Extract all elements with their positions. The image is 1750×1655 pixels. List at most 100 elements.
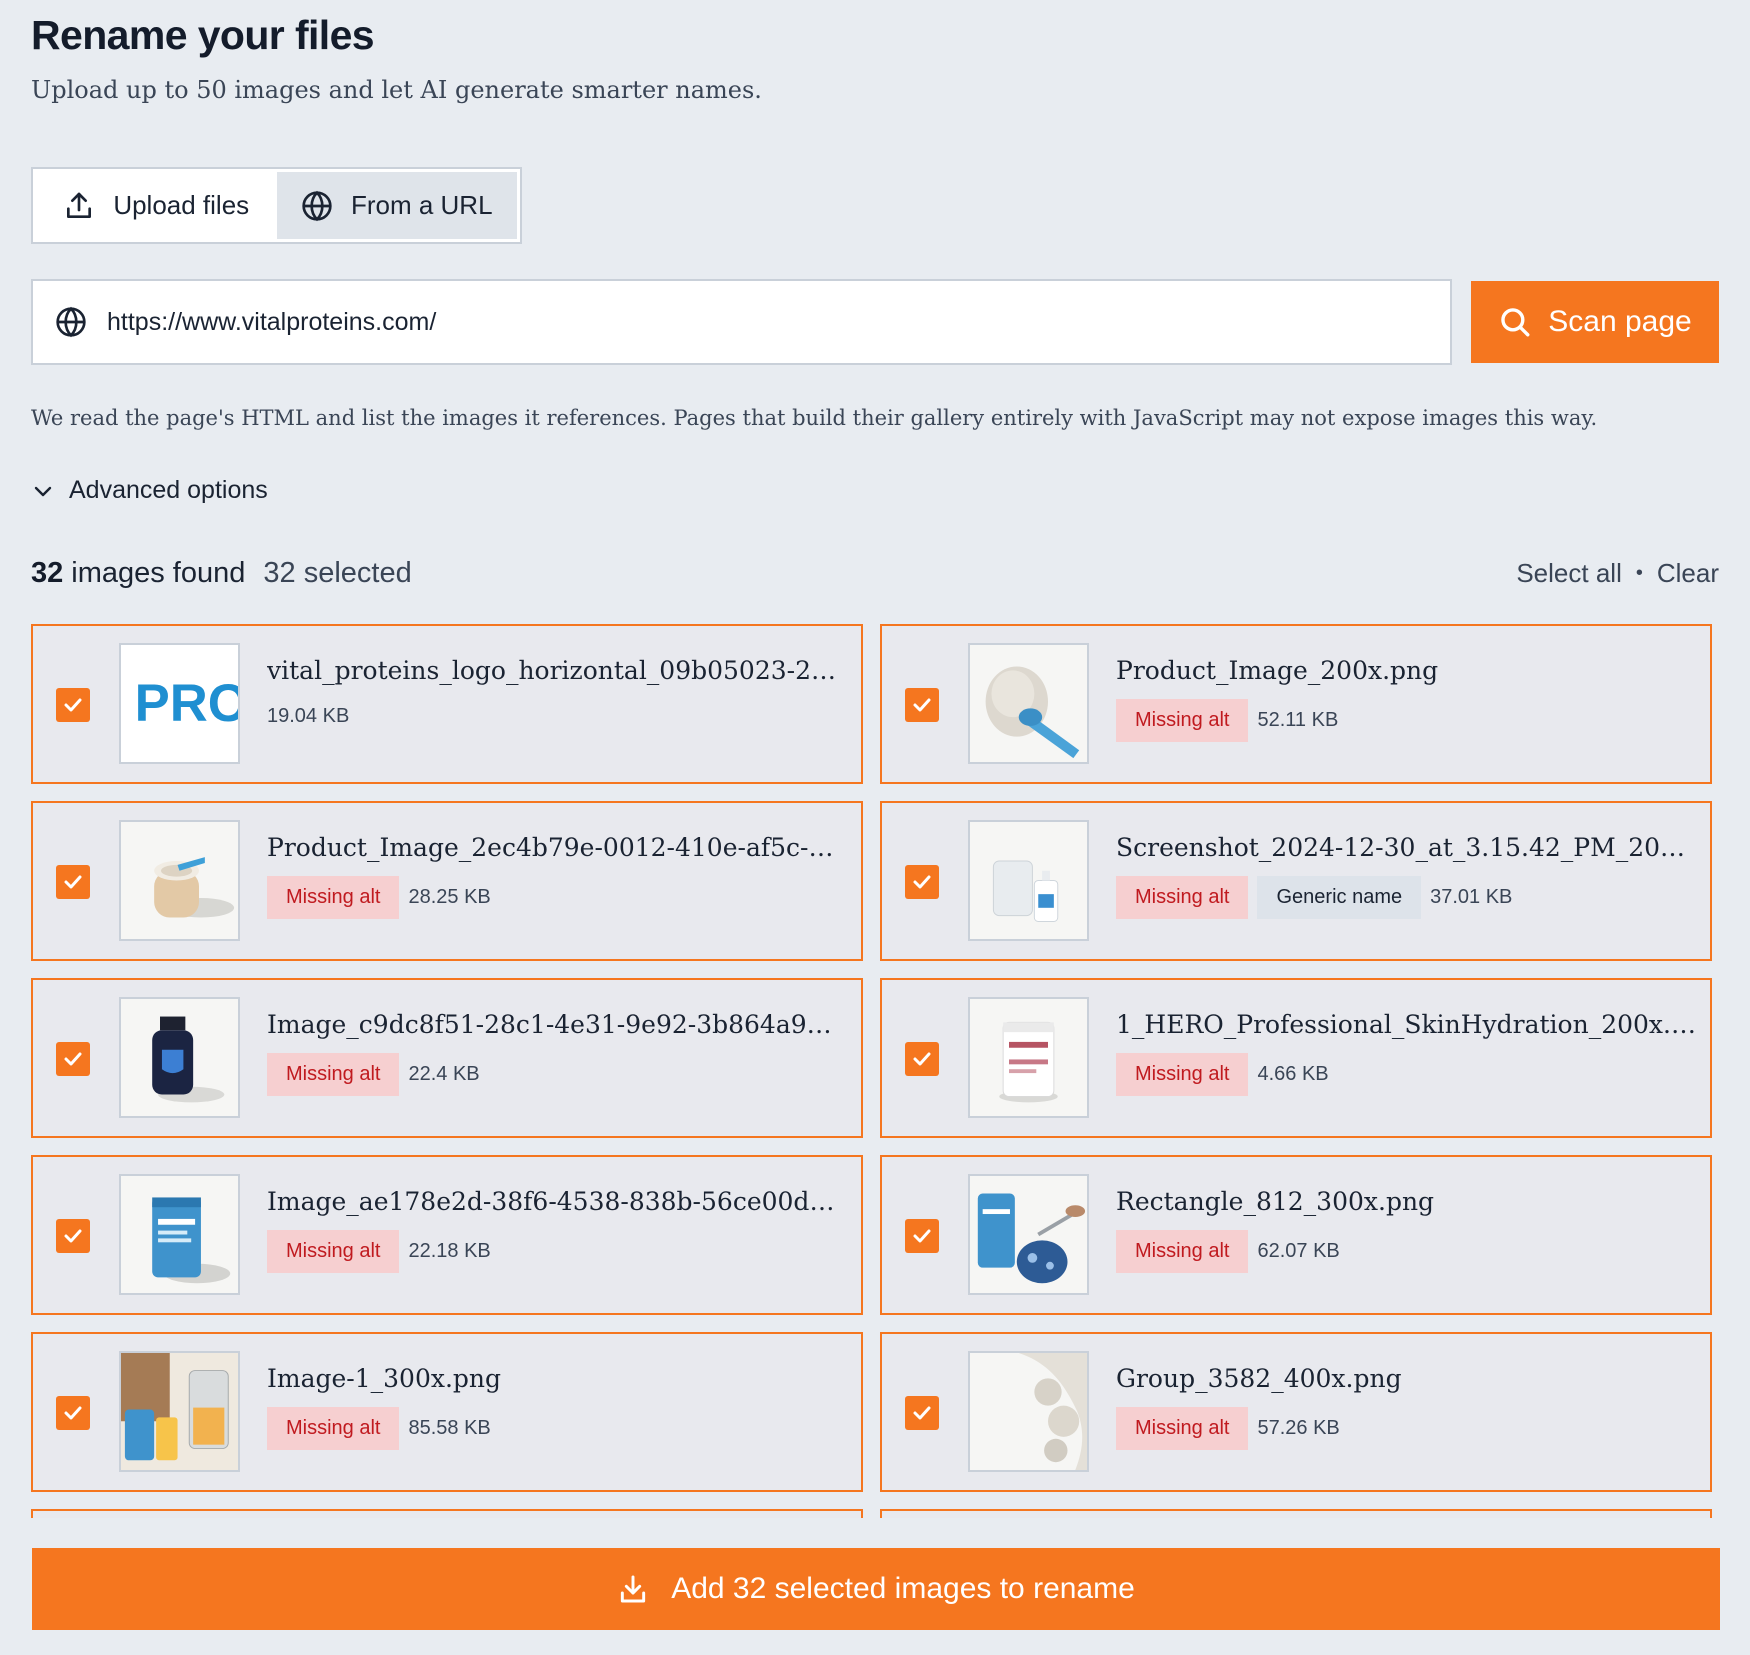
scan-page-button[interactable]: Scan page [1471,281,1719,363]
image-meta: Missing alt 22.4 KB [267,1053,847,1096]
image-meta: Missing alt 28.25 KB [267,876,847,919]
image-info: Rectangle_812_300x.png Missing alt 62.07 K… [1116,1187,1696,1273]
image-filename: Product_Image_200x.png [1116,656,1439,685]
image-select-checkbox[interactable] [905,865,939,899]
image-meta: Missing alt 4.66 KB [1116,1053,1696,1096]
select-all-link[interactable]: Select all [1516,558,1622,589]
image-meta: Missing alt 52.11 KB [1116,699,1696,742]
actions-separator: • [1635,561,1643,584]
image-filesize: 4.66 KB [1257,1063,1329,1085]
url-input[interactable] [107,307,1450,337]
image-thumbnail [119,997,240,1118]
image-card[interactable] [880,1509,1712,1518]
image-info: Group_3582_400x.png Missing alt 57.26 KB [1116,1364,1696,1450]
image-meta: Missing alt 62.07 KB [1116,1230,1696,1273]
image-filename: Group_3582_400x.png [1116,1364,1402,1393]
image-filesize: 28.25 KB [408,886,491,908]
image-card[interactable]: 1_HERO_Professional_SkinHydration_200x.j… [880,978,1712,1138]
missing-alt-badge: Missing alt [1116,876,1249,919]
image-filesize: 62.07 KB [1257,1240,1340,1262]
image-card[interactable]: Image-1_300x.png Missing alt 85.58 KB [31,1332,863,1492]
add-selected-label: Add 32 selected images to rename [671,1572,1135,1605]
image-filesize: 22.4 KB [408,1063,480,1085]
image-card[interactable]: Group_3582_400x.png Missing alt 57.26 KB [880,1332,1712,1492]
image-select-checkbox[interactable] [56,1396,90,1430]
check-icon [913,1406,931,1420]
missing-alt-badge: Missing alt [267,1053,400,1096]
image-select-checkbox[interactable] [905,1219,939,1253]
image-filename: Rectangle_812_300x.png [1116,1187,1435,1216]
url-form: Scan page [31,279,1719,365]
advanced-options-label: Advanced options [69,476,268,504]
check-icon [913,1229,931,1243]
image-select-checkbox[interactable] [56,1042,90,1076]
image-info: 1_HERO_Professional_SkinHydration_200x.j… [1116,1010,1696,1096]
page-title: Rename your files [31,12,375,58]
scan-note: We read the page's HTML and list the ima… [31,406,1598,430]
advanced-options-toggle[interactable]: Advanced options [31,476,268,505]
image-filename: Image-1_300x.png [267,1364,502,1393]
image-thumbnail [119,1351,240,1472]
results-summary: 32 images found 32 selected Select all •… [31,553,1719,593]
upload-files-tab[interactable]: Upload files [36,172,277,239]
from-url-tab[interactable]: From a URL [276,172,517,239]
image-select-checkbox[interactable] [56,1219,90,1253]
image-card[interactable]: Rectangle_812_300x.png Missing alt 62.07 K… [880,1155,1712,1315]
image-thumbnail: PRO [119,643,240,764]
check-icon [64,698,82,712]
image-meta: Missing alt 57.26 KB [1116,1407,1696,1450]
image-card[interactable]: Product_Image_200x.png Missing alt 52.11 K… [880,624,1712,784]
image-select-checkbox[interactable] [56,688,90,722]
image-meta: 19.04 KB [267,705,847,728]
missing-alt-badge: Missing alt [1116,1407,1249,1450]
image-select-checkbox[interactable] [905,688,939,722]
image-filename: 1_HERO_Professional_SkinHydration_200x.j… [1116,1010,1696,1039]
results-found-label: images found [71,556,246,589]
check-icon [64,1406,82,1420]
check-icon [64,1052,82,1066]
download-icon [621,1575,646,1603]
image-select-checkbox[interactable] [905,1396,939,1430]
image-thumbnail [968,1351,1089,1472]
image-filesize: 85.58 KB [408,1417,491,1439]
image-info: vital_proteins_logo_horizontal_09b05023-… [267,656,847,728]
image-card[interactable]: Image_c9dc8f51-28c1-4e31-9e92-3b864a93c9… [31,978,863,1138]
svg-text:PRO: PRO [135,674,238,733]
upload-files-label: Upload files [113,190,250,220]
from-url-label: From a URL [350,190,493,220]
check-icon [64,875,82,889]
image-card[interactable]: Image_ae178e2d-38f6-4538-838b-56ce00d7f6… [31,1155,863,1315]
results-count: 32 [31,556,64,589]
image-thumbnail [968,997,1089,1118]
image-select-checkbox[interactable] [56,865,90,899]
clear-link[interactable]: Clear [1657,558,1719,589]
image-filename: Product_Image_2ec4b79e-0012-410e-af5c-b6… [267,833,847,862]
image-card[interactable]: Screenshot_2024-12-30_at_3.15.42_PM_200x… [880,801,1712,961]
image-info: Image_ae178e2d-38f6-4538-838b-56ce00d7f6… [267,1187,847,1273]
image-thumbnail [968,643,1089,764]
image-info: Image_c9dc8f51-28c1-4e31-9e92-3b864a93c9… [267,1010,847,1096]
page-subtitle: Upload up to 50 images and let AI genera… [31,76,762,104]
image-card[interactable] [31,1509,863,1518]
missing-alt-badge: Missing alt [267,1407,400,1450]
check-icon [913,875,931,889]
upload-icon [67,192,92,218]
image-card[interactable]: PRO vital_proteins_logo_horizontal_09b050… [31,624,863,784]
check-icon [64,1229,82,1243]
image-info: Image-1_300x.png Missing alt 85.58 KB [267,1364,847,1450]
image-grid-viewport: PRO vital_proteins_logo_horizontal_09b050… [31,624,1719,1518]
missing-alt-badge: Missing alt [1116,1230,1249,1273]
image-select-checkbox[interactable] [905,1042,939,1076]
image-meta: Missing alt 22.18 KB [267,1230,847,1273]
missing-alt-badge: Missing alt [267,876,400,919]
image-filename: Image_ae178e2d-38f6-4538-838b-56ce00d7f6… [267,1187,847,1216]
globe-icon [56,306,86,338]
image-filesize: 22.18 KB [408,1240,491,1262]
scan-page-label: Scan page [1548,305,1692,338]
image-info: Screenshot_2024-12-30_at_3.15.42_PM_200x… [1116,833,1696,919]
globe-icon [302,190,332,221]
image-filename: Image_c9dc8f51-28c1-4e31-9e92-3b864a93c9… [267,1010,847,1039]
image-card[interactable]: Product_Image_2ec4b79e-0012-410e-af5c-b6… [31,801,863,961]
add-selected-button[interactable]: Add 32 selected images to rename [32,1548,1720,1630]
image-thumbnail [119,1174,240,1295]
